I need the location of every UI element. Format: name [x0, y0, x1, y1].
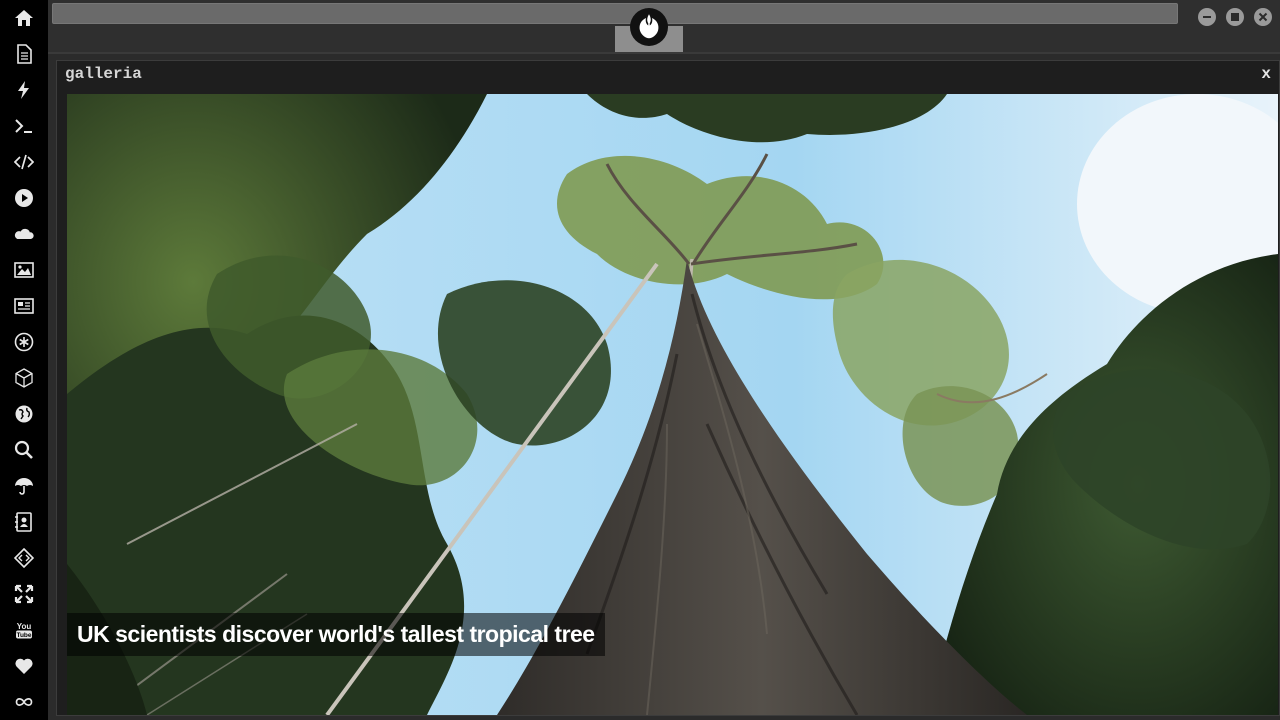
document-icon[interactable] — [0, 39, 48, 69]
svg-text:Tube: Tube — [16, 632, 31, 639]
home-icon[interactable] — [0, 3, 48, 33]
close-icon[interactable] — [1254, 8, 1272, 26]
cube-icon[interactable] — [0, 363, 48, 393]
svg-text:You: You — [17, 622, 32, 631]
gallery-close-button[interactable]: x — [1261, 65, 1271, 83]
maximize-icon[interactable] — [1226, 8, 1244, 26]
infinity-icon[interactable] — [0, 687, 48, 717]
diamond-code-icon[interactable] — [0, 543, 48, 573]
rebel-alliance-icon[interactable] — [630, 8, 668, 46]
lightning-icon[interactable] — [0, 75, 48, 105]
code-icon[interactable] — [0, 147, 48, 177]
newspaper-icon[interactable] — [0, 291, 48, 321]
sidebar: You Tube — [0, 0, 48, 720]
photo-caption: UK scientists discover world's tallest t… — [67, 613, 605, 656]
gallery-titlebar: galleria x — [57, 61, 1279, 93]
gallery-window: galleria x UK scientists discover world'… — [56, 60, 1280, 716]
cloud-icon[interactable] — [0, 219, 48, 249]
asterisk-icon[interactable] — [0, 327, 48, 357]
contact-book-icon[interactable] — [0, 507, 48, 537]
heart-icon[interactable] — [0, 651, 48, 681]
minimize-icon[interactable] — [1198, 8, 1216, 26]
terminal-icon[interactable] — [0, 111, 48, 141]
gallery-title: galleria — [65, 65, 142, 83]
image-icon[interactable] — [0, 255, 48, 285]
search-icon[interactable] — [0, 435, 48, 465]
youtube-icon[interactable]: You Tube — [0, 615, 48, 645]
umbrella-icon[interactable] — [0, 471, 48, 501]
expand-icon[interactable] — [0, 579, 48, 609]
address-bar[interactable] — [52, 3, 1178, 24]
top-bar — [48, 0, 1280, 54]
globe-icon[interactable] — [0, 399, 48, 429]
play-icon[interactable] — [0, 183, 48, 213]
